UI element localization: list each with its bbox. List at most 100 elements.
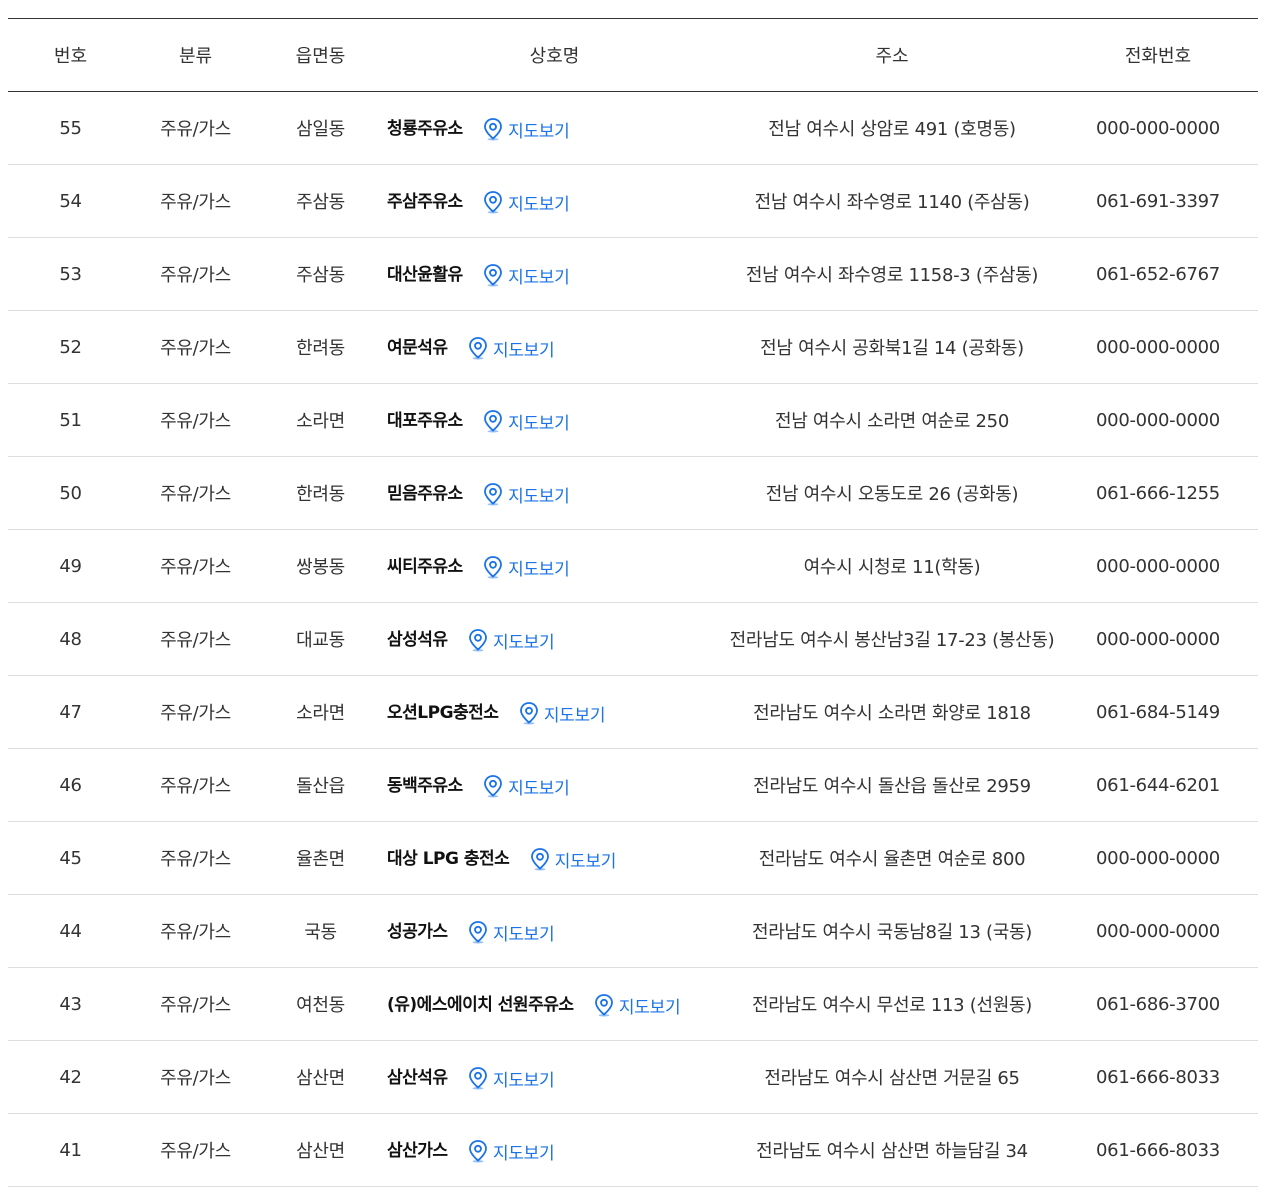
map-view-link[interactable]: 지도보기 [467, 920, 555, 945]
row-category: 주유/가스 [160, 849, 231, 870]
row-district: 한려동 [296, 484, 345, 505]
row-number: 41 [59, 1139, 82, 1161]
header-district: 읍면동 [295, 46, 346, 67]
cell-address: 전라남도 여수시 봉산남3길 17-23 (봉산동) [726, 603, 1058, 676]
row-address: 여수시 시청로 11(학동) [803, 557, 981, 578]
cell-number: 46 [8, 749, 133, 822]
row-address: 전남 여수시 소라면 여순로 250 [774, 411, 1009, 432]
cell-phone: 000-000-0000 [1058, 895, 1258, 968]
map-view-label: 지도보기 [618, 997, 681, 1018]
map-pin-icon [469, 1140, 487, 1163]
row-category: 주유/가스 [160, 265, 231, 286]
table-row: 55 주유/가스 삼일동 청룡주유소 지도보기 전남 여수시 상암로 491 (… [8, 92, 1258, 165]
cell-district: 소라면 [258, 384, 383, 457]
cell-number: 50 [8, 457, 133, 530]
cell-business-name: 대상 LPG 충전소 지도보기 [383, 822, 726, 895]
map-view-link[interactable]: 지도보기 [482, 774, 570, 799]
row-address: 전라남도 여수시 율촌면 여순로 800 [758, 849, 1026, 870]
map-view-label: 지도보기 [508, 267, 570, 288]
listing-table-container: 번호 분류 읍면동 상호명 주소 전화번호 55 주유/가스 삼일동 청룡주유소… [8, 18, 1258, 1187]
cell-business-name: 동백주유소 지도보기 [383, 749, 726, 822]
map-view-label: 지도보기 [492, 340, 555, 361]
row-phone: 000-000-0000 [1096, 920, 1220, 942]
row-number: 52 [59, 336, 82, 358]
map-view-link[interactable]: 지도보기 [482, 482, 570, 507]
cell-business-name: 대포주유소 지도보기 [383, 384, 726, 457]
row-business-name: 믿음주유소 [387, 484, 463, 505]
row-address: 전라남도 여수시 국동남8길 13 (국동) [752, 922, 1032, 943]
row-district: 소라면 [296, 411, 345, 432]
map-view-link[interactable]: 지도보기 [482, 555, 570, 580]
row-address: 전남 여수시 상암로 491 (호명동) [768, 119, 1016, 140]
row-phone: 061-666-8033 [1096, 1139, 1220, 1161]
row-address: 전남 여수시 좌수영로 1158-3 (주삼동) [745, 265, 1039, 286]
cell-number: 53 [8, 238, 133, 311]
cell-number: 48 [8, 603, 133, 676]
map-view-label: 지도보기 [492, 632, 555, 653]
table-row: 51 주유/가스 소라면 대포주유소 지도보기 전남 여수시 소라면 여순로 2… [8, 384, 1258, 457]
row-category: 주유/가스 [160, 995, 231, 1016]
row-number: 45 [59, 847, 82, 869]
row-category: 주유/가스 [160, 776, 231, 797]
cell-category: 주유/가스 [133, 384, 258, 457]
cell-business-name: 대산윤활유 지도보기 [383, 238, 726, 311]
map-view-link[interactable]: 지도보기 [593, 993, 681, 1018]
cell-category: 주유/가스 [133, 822, 258, 895]
table-row: 53 주유/가스 주삼동 대산윤활유 지도보기 전남 여수시 좌수영로 1158… [8, 238, 1258, 311]
cell-district: 삼산면 [258, 1041, 383, 1114]
cell-district: 쌍봉동 [258, 530, 383, 603]
map-view-link[interactable]: 지도보기 [529, 847, 616, 872]
row-business-name: 동백주유소 [387, 776, 463, 797]
cell-business-name: 오션LPG충전소 지도보기 [383, 676, 726, 749]
table-row: 48 주유/가스 대교동 삼성석유 지도보기 전라남도 여수시 봉산남3길 17… [8, 603, 1258, 676]
row-category: 주유/가스 [160, 192, 231, 213]
map-view-link[interactable]: 지도보기 [482, 263, 570, 288]
map-view-link[interactable]: 지도보기 [518, 701, 606, 726]
cell-business-name: 여문석유 지도보기 [383, 311, 726, 384]
map-pin-icon [484, 483, 503, 506]
cell-address: 여수시 시청로 11(학동) [726, 530, 1058, 603]
map-view-link[interactable]: 지도보기 [482, 117, 570, 142]
row-business-name: 주삼주유소 [387, 192, 463, 213]
row-address: 전라남도 여수시 돌산읍 돌산로 2959 [753, 776, 1031, 797]
map-view-link[interactable]: 지도보기 [482, 190, 570, 215]
map-view-link[interactable]: 지도보기 [467, 1066, 555, 1091]
map-pin-icon [484, 556, 503, 579]
row-phone: 061-666-8033 [1096, 1066, 1220, 1088]
map-pin-icon [484, 118, 503, 141]
map-view-label: 지도보기 [508, 486, 570, 507]
map-pin-icon [484, 264, 503, 287]
row-category: 주유/가스 [160, 922, 231, 943]
table-row: 50 주유/가스 한려동 믿음주유소 지도보기 전남 여수시 오동도로 26 (… [8, 457, 1258, 530]
business-listing-table: 번호 분류 읍면동 상호명 주소 전화번호 55 주유/가스 삼일동 청룡주유소… [8, 18, 1258, 1187]
map-view-link[interactable]: 지도보기 [467, 1139, 555, 1164]
map-view-label: 지도보기 [492, 1143, 555, 1164]
map-view-link[interactable]: 지도보기 [482, 409, 570, 434]
cell-address: 전남 여수시 좌수영로 1158-3 (주삼동) [726, 238, 1058, 311]
cell-district: 한려동 [258, 311, 383, 384]
cell-district: 삼산면 [258, 1114, 383, 1187]
table-row: 41 주유/가스 삼산면 삼산가스 지도보기 전라남도 여수시 삼산면 하늘담길… [8, 1114, 1258, 1187]
cell-category: 주유/가스 [133, 676, 258, 749]
cell-category: 주유/가스 [133, 603, 258, 676]
map-pin-icon [469, 629, 487, 652]
map-pin-icon [595, 994, 613, 1017]
cell-number: 47 [8, 676, 133, 749]
map-view-link[interactable]: 지도보기 [467, 336, 555, 361]
row-phone: 061-666-1255 [1096, 482, 1220, 504]
map-pin-icon [484, 410, 503, 433]
cell-number: 54 [8, 165, 133, 238]
row-address: 전라남도 여수시 삼산면 거문길 65 [764, 1068, 1020, 1089]
row-district: 삼산면 [296, 1068, 345, 1089]
row-district: 한려동 [296, 338, 345, 359]
header-phone: 전화번호 [1124, 46, 1192, 67]
row-address: 전라남도 여수시 무선로 113 (선원동) [752, 995, 1032, 1016]
cell-number: 52 [8, 311, 133, 384]
row-district: 쌍봉동 [296, 557, 345, 578]
row-business-name: 씨티주유소 [387, 557, 463, 578]
cell-phone: 061-666-8033 [1058, 1041, 1258, 1114]
map-view-link[interactable]: 지도보기 [467, 628, 555, 653]
cell-business-name: 주삼주유소 지도보기 [383, 165, 726, 238]
row-district: 삼일동 [296, 119, 345, 140]
header-number: 번호 [53, 46, 88, 67]
